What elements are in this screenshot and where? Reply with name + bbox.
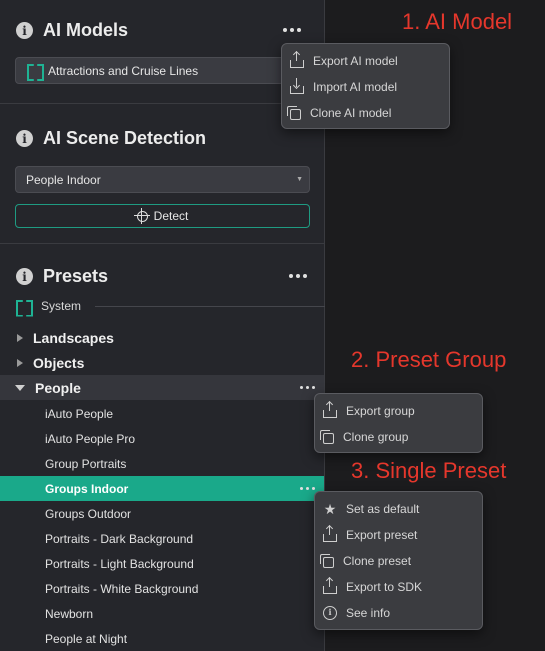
preset-context-menu: ★ Set as default Export preset Clone pre… bbox=[314, 491, 483, 630]
chevron-right-icon bbox=[17, 333, 23, 342]
annotation-ai-model: 1. AI Model bbox=[402, 9, 513, 34]
info-icon[interactable]: i bbox=[16, 268, 33, 285]
info-icon[interactable]: i bbox=[16, 22, 33, 39]
preset-label: Portraits - Dark Background bbox=[45, 531, 194, 546]
group-label: Landscapes bbox=[33, 329, 114, 346]
preset-label: Groups Outdoor bbox=[45, 506, 132, 521]
preset-item[interactable]: Portraits - White Background bbox=[0, 576, 324, 601]
preset-item[interactable]: People at Night bbox=[0, 626, 324, 651]
info-icon: i bbox=[323, 606, 337, 620]
menu-item-label: Clone AI model bbox=[310, 106, 392, 120]
menu-item-clone-preset[interactable]: Clone preset bbox=[320, 549, 412, 573]
preset-item[interactable]: iAuto People Pro bbox=[0, 426, 324, 451]
annotation-preset-group: 2. Preset Group bbox=[351, 347, 507, 372]
menu-item-label: Clone group bbox=[343, 430, 409, 444]
ai-models-more-button[interactable] bbox=[283, 28, 301, 32]
system-bracket-icon bbox=[16, 300, 29, 313]
star-icon: ★ bbox=[323, 501, 337, 517]
export-icon bbox=[323, 402, 337, 418]
sidebar-panel: i AI Models Attractions and Cruise Lines… bbox=[0, 0, 325, 651]
import-icon bbox=[290, 78, 304, 94]
ai-model-selected-label: Attractions and Cruise Lines bbox=[48, 63, 199, 78]
group-label: People bbox=[35, 379, 81, 396]
scene-select[interactable]: People Indoor ▼ bbox=[15, 166, 310, 193]
preset-label: Portraits - White Background bbox=[45, 581, 199, 596]
menu-item-clone-group[interactable]: Clone group bbox=[320, 425, 409, 449]
detect-label: Detect bbox=[153, 209, 189, 223]
menu-item-clone-ai-model[interactable]: Clone AI model bbox=[287, 101, 392, 125]
menu-item-label: Export preset bbox=[346, 528, 418, 542]
scene-select-value: People Indoor bbox=[26, 172, 101, 187]
chevron-down-icon bbox=[15, 384, 25, 391]
menu-item-export-group[interactable]: Export group bbox=[323, 399, 415, 423]
menu-item-label: Export group bbox=[346, 404, 415, 418]
presets-more-button[interactable] bbox=[289, 274, 307, 278]
menu-item-label: See info bbox=[346, 606, 391, 620]
preset-label: Portraits - Light Background bbox=[45, 556, 194, 571]
preset-label: People at Night bbox=[45, 631, 128, 646]
preset-label: Group Portraits bbox=[45, 456, 127, 471]
group-more-button[interactable] bbox=[300, 386, 315, 389]
preset-item[interactable]: iAuto People bbox=[0, 401, 324, 426]
menu-item-export-ai-model[interactable]: Export AI model bbox=[290, 49, 398, 73]
group-label: Objects bbox=[33, 354, 85, 371]
ai-model-bracket-icon bbox=[27, 64, 40, 77]
export-icon bbox=[290, 52, 304, 68]
clone-icon bbox=[287, 106, 301, 120]
export-icon bbox=[323, 578, 337, 594]
preset-item[interactable]: Groups Outdoor bbox=[0, 501, 324, 526]
menu-item-export-preset[interactable]: Export preset bbox=[323, 523, 417, 547]
clone-icon bbox=[320, 430, 334, 444]
clone-icon bbox=[320, 554, 334, 568]
ai-model-selector[interactable]: Attractions and Cruise Lines bbox=[15, 57, 310, 84]
annotation-single-preset: 3. Single Preset bbox=[351, 458, 507, 483]
preset-label: Newborn bbox=[45, 606, 94, 621]
preset-item-selected[interactable]: Groups Indoor bbox=[0, 476, 324, 501]
preset-label: Groups Indoor bbox=[45, 481, 129, 496]
preset-group-people[interactable]: People bbox=[0, 375, 324, 400]
menu-item-label: Export to SDK bbox=[346, 580, 423, 594]
preset-label: iAuto People bbox=[45, 406, 114, 421]
preset-group-objects[interactable]: Objects bbox=[0, 350, 324, 375]
ai-models-header: i AI Models bbox=[16, 20, 128, 41]
menu-item-label: Import AI model bbox=[313, 80, 398, 94]
crosshair-icon bbox=[133, 207, 150, 224]
chevron-right-icon bbox=[17, 358, 23, 367]
preset-item[interactable]: Portraits - Dark Background bbox=[0, 526, 324, 551]
divider bbox=[0, 243, 325, 244]
preset-item[interactable]: Group Portraits bbox=[0, 451, 324, 476]
scene-detection-header: i AI Scene Detection bbox=[16, 128, 206, 149]
menu-item-label: Clone preset bbox=[343, 554, 412, 568]
group-context-menu: Export group Clone group bbox=[314, 393, 483, 453]
menu-item-export-to-sdk[interactable]: Export to SDK bbox=[323, 575, 422, 599]
system-group-header: System bbox=[16, 299, 325, 313]
scene-detection-title: AI Scene Detection bbox=[43, 128, 207, 148]
divider bbox=[0, 103, 325, 104]
menu-item-see-info[interactable]: i See info bbox=[323, 601, 390, 625]
preset-more-button[interactable] bbox=[300, 487, 315, 490]
menu-item-import-ai-model[interactable]: Import AI model bbox=[290, 75, 397, 99]
presets-header: i Presets bbox=[16, 266, 108, 287]
preset-group-landscapes[interactable]: Landscapes bbox=[0, 325, 324, 350]
chevron-down-icon: ▼ bbox=[296, 176, 303, 183]
preset-label: iAuto People Pro bbox=[45, 431, 136, 446]
ai-model-context-menu: Export AI model Import AI model Clone AI… bbox=[281, 43, 450, 129]
preset-item[interactable]: Newborn bbox=[0, 601, 324, 626]
detect-button[interactable]: Detect bbox=[15, 204, 310, 228]
presets-title: Presets bbox=[43, 266, 109, 286]
divider bbox=[95, 305, 325, 307]
preset-item[interactable]: Portraits - Light Background bbox=[0, 551, 324, 576]
menu-item-set-as-default[interactable]: ★ Set as default bbox=[323, 497, 420, 521]
export-icon bbox=[323, 526, 337, 542]
menu-item-label: Export AI model bbox=[313, 54, 398, 68]
system-label: System bbox=[41, 299, 82, 313]
info-icon[interactable]: i bbox=[16, 130, 33, 147]
menu-item-label: Set as default bbox=[346, 502, 420, 516]
ai-models-title: AI Models bbox=[43, 20, 129, 40]
